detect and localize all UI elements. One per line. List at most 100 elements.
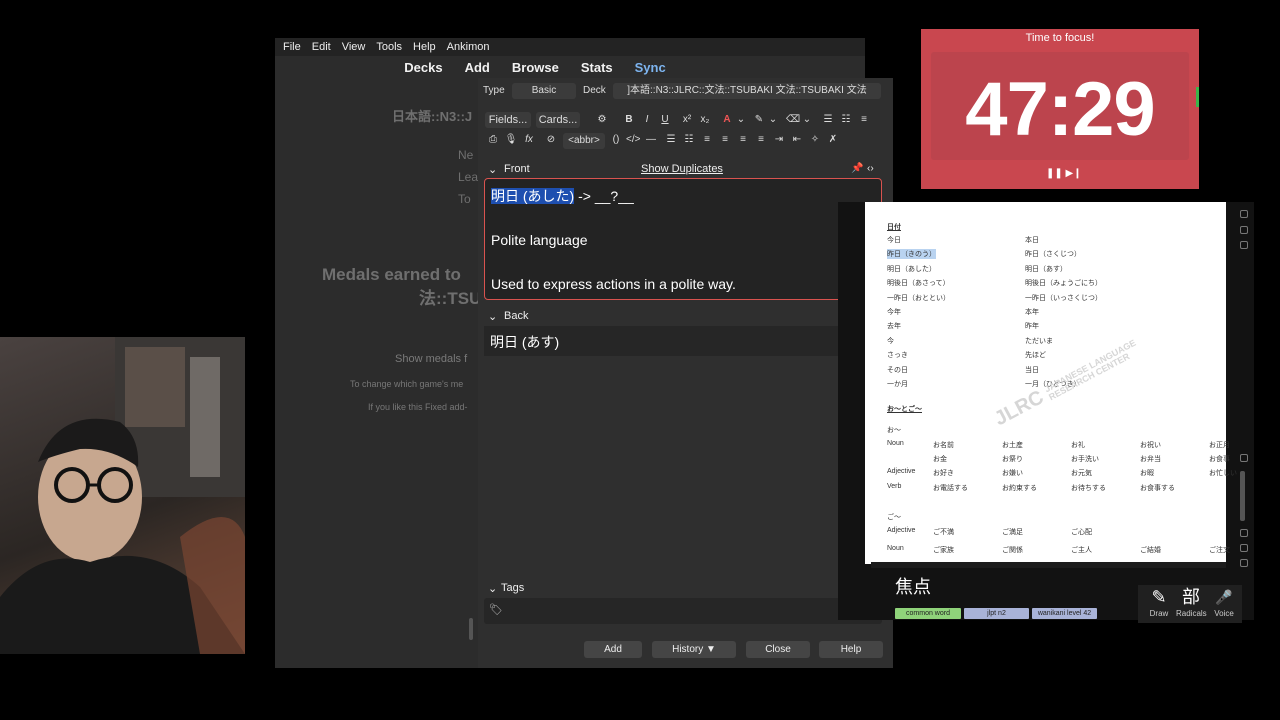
o-word: お食事する (1140, 485, 1175, 492)
front-prompt-text: -> __?__ (574, 188, 634, 204)
add-button[interactable]: Add (584, 641, 642, 658)
bullet-list-icon[interactable]: ☰ (821, 113, 835, 127)
o-word: お祭り (1002, 456, 1023, 463)
to-review-label: To (458, 192, 471, 206)
align-icon[interactable]: ≡ (857, 113, 871, 127)
back-collapse-icon[interactable]: ⌄ (488, 310, 497, 323)
tags-collapse-icon[interactable]: ⌄ (488, 582, 497, 595)
function-icon[interactable]: fx (522, 133, 536, 147)
underline-icon[interactable]: U (658, 113, 672, 127)
code-icon[interactable]: </> (626, 133, 640, 147)
fields-button[interactable]: Fields... (485, 112, 531, 128)
timer-title: Time to focus! (1025, 32, 1095, 44)
front-field-editor[interactable]: 明日 (あした) -> __?__ Polite language Used t… (484, 178, 882, 300)
numbered-list-icon[interactable]: ☷ (839, 113, 853, 127)
o-prefix-label: お～ (887, 427, 901, 434)
viewer-side-tools (1238, 204, 1252, 614)
zoom-in-icon[interactable] (1240, 544, 1248, 552)
chevron-down-icon[interactable]: ⌄ (800, 113, 814, 127)
document-page[interactable]: 日付 今日 昨日（きのう） 明日（あした） 明後日（あさって） 一昨日（おととい） 今年去… (865, 202, 1237, 564)
toolbar-add[interactable]: Add (465, 60, 490, 75)
text-color-icon[interactable]: A (720, 113, 734, 127)
cloze-icon[interactable]: ⊘ (544, 133, 558, 147)
radicals-tool[interactable]: 部 Radicals (1176, 585, 1207, 618)
go-word: ご不満 (933, 529, 954, 536)
list-icon[interactable]: ☷ (682, 133, 696, 147)
show-duplicates-link[interactable]: Show Duplicates (641, 163, 723, 175)
zoom-out-icon[interactable] (1240, 559, 1248, 567)
radicals-icon: 部 (1182, 587, 1200, 607)
help-button[interactable]: Help (819, 641, 883, 658)
history-button[interactable]: History ▼ (652, 641, 736, 658)
indent-icon[interactable]: ⇥ (772, 133, 786, 147)
microphone-icon[interactable]: 🎙 (504, 133, 518, 147)
cards-button[interactable]: Cards... (536, 112, 580, 128)
deck-select-button[interactable]: ]本語::N3::JLRC::文法::TSUBAKI 文法::TSUBAKI 文… (613, 83, 881, 99)
refresh-icon[interactable] (1240, 529, 1248, 537)
deck-overview: 日本語::N3::J Ne Lea To Medals earned to 法:… (275, 98, 481, 518)
italic-icon[interactable]: I (640, 113, 654, 127)
toolbar-stats[interactable]: Stats (581, 60, 613, 75)
date-word: ただいま (1025, 337, 1053, 345)
menu-edit[interactable]: Edit (312, 41, 331, 53)
align-right-icon[interactable]: ≡ (718, 133, 732, 147)
subscript-icon[interactable]: x₂ (698, 113, 712, 127)
o-word: お正月 (1209, 442, 1230, 449)
zoom-icon[interactable] (1240, 454, 1248, 462)
copy-icon[interactable] (1240, 241, 1248, 249)
abbr-button[interactable]: <abbr> (563, 133, 605, 149)
bold-icon[interactable]: B (622, 113, 636, 127)
eraser-icon[interactable]: ⌫ (786, 113, 800, 127)
menu-view[interactable]: View (342, 41, 366, 53)
scrollbar[interactable] (1240, 471, 1245, 521)
adjective-label: Adjective (887, 527, 916, 534)
magic-wand-icon[interactable]: ✧ (808, 133, 822, 147)
toolbar-sync[interactable]: Sync (635, 60, 666, 75)
date-word: さっき (887, 352, 908, 360)
toolbar-browse[interactable]: Browse (512, 60, 559, 75)
menu-file[interactable]: File (283, 41, 301, 53)
toolbar-decks[interactable]: Decks (404, 60, 442, 75)
menu-help[interactable]: Help (413, 41, 436, 53)
highlight-icon[interactable]: ✎ (752, 113, 766, 127)
horizontal-rule-icon[interactable]: — (644, 133, 658, 147)
outdent-icon[interactable]: ⇤ (790, 133, 804, 147)
date-word: 去年 (887, 323, 901, 331)
o-word: お弁当 (1140, 456, 1161, 463)
align-left-icon[interactable]: ≡ (700, 133, 714, 147)
scrollbar[interactable] (469, 618, 473, 640)
chevron-down-icon[interactable]: ⌄ (766, 113, 780, 127)
settings-icon[interactable] (1240, 210, 1248, 218)
bookmark-icon[interactable] (1240, 226, 1248, 234)
brackets-icon[interactable]: () (609, 133, 623, 147)
tag-icon: 🏷 (489, 604, 503, 616)
date-word: 今年 (887, 309, 901, 316)
pin-icon[interactable]: 📌 (851, 163, 863, 174)
html-toggle-icon[interactable]: ‹› (867, 163, 874, 174)
front-collapse-icon[interactable]: ⌄ (488, 163, 497, 176)
draw-tool[interactable]: ✎ Draw (1144, 585, 1174, 618)
selected-text: 明日 (あした) (491, 188, 575, 204)
attach-icon[interactable]: ⎙ (486, 133, 500, 147)
o-word: お元気 (1071, 470, 1092, 477)
tags-label: Tags (501, 582, 525, 594)
superscript-icon[interactable]: x² (680, 113, 694, 127)
date-word: 一昨日（おととい） (887, 294, 950, 302)
align-center-icon[interactable]: ≡ (736, 133, 750, 147)
tags-input[interactable]: 🏷 (484, 598, 882, 624)
clear-format-icon[interactable]: ✗ (826, 133, 840, 147)
settings-gear-icon[interactable]: ⚙ (595, 113, 609, 127)
chevron-down-icon[interactable]: ⌄ (734, 113, 748, 127)
note-type-button[interactable]: Basic (512, 83, 576, 99)
close-button[interactable]: Close (746, 641, 810, 658)
menu-ankimon[interactable]: Ankimon (447, 41, 490, 53)
menu-tools[interactable]: Tools (376, 41, 402, 53)
timer-edge-indicator (1196, 87, 1199, 107)
list-icon[interactable]: ☰ (664, 133, 678, 147)
o-word: お好き (933, 470, 954, 477)
fixed-addon-text: If you like this Fixed add- (368, 402, 468, 412)
voice-tool[interactable]: 🎤 Voice (1209, 585, 1239, 618)
timer-controls[interactable]: ❚❚ ▶❙ (1046, 168, 1082, 179)
align-justify-icon[interactable]: ≡ (754, 133, 768, 147)
back-field-editor[interactable]: 明日 (あす) (484, 326, 882, 356)
